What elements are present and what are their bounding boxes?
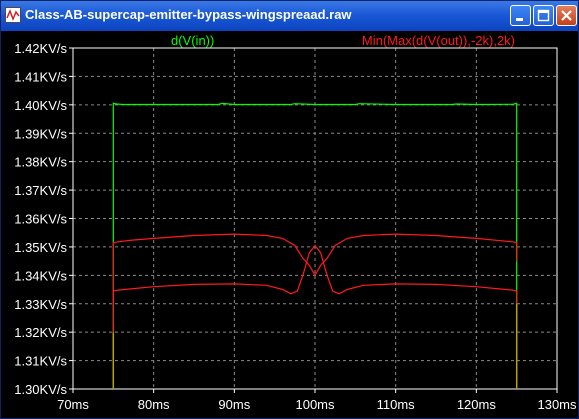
y-tick-label: 1.35KV/s — [14, 240, 67, 255]
x-tick-label: 110ms — [377, 397, 416, 412]
x-tick-label: 80ms — [138, 397, 170, 412]
y-tick-label: 1.34KV/s — [14, 268, 67, 283]
minimize-icon — [516, 18, 523, 21]
y-tick-label: 1.42KV/s — [14, 41, 67, 56]
x-tick-label: 90ms — [218, 397, 250, 412]
waveform-icon — [5, 7, 21, 23]
y-tick-label: 1.38KV/s — [14, 155, 67, 170]
waveform-chart[interactable]: 70ms 80ms 90ms 100ms 110ms 120ms 130ms 1.42KV/s… — [1, 31, 578, 418]
window-title: Class-AB-supercap-emitter-bypass-wingspr… — [25, 7, 352, 22]
legend-label-vin[interactable]: d(V(in)) — [171, 33, 214, 48]
y-tick-label: 1.31KV/s — [14, 354, 67, 369]
maximize-icon — [537, 9, 550, 22]
x-tick-label: 120ms — [457, 397, 497, 412]
y-tick-label: 1.41KV/s — [14, 69, 67, 84]
legend-label-vout[interactable]: Min(Max(d(V(out)),-2k),2k) — [362, 33, 515, 48]
x-tick-label: 100ms — [295, 397, 335, 412]
y-tick-label: 1.37KV/s — [14, 183, 67, 198]
title-bar[interactable]: Class-AB-supercap-emitter-bypass-wingspr… — [1, 1, 578, 31]
plot-area[interactable]: 70ms 80ms 90ms 100ms 110ms 120ms 130ms 1.42KV/s… — [1, 31, 578, 418]
y-tick-label: 1.36KV/s — [14, 212, 67, 227]
y-tick-label: 1.33KV/s — [14, 297, 67, 312]
x-tick-label: 130ms — [537, 397, 577, 412]
waveform-window: Class-AB-supercap-emitter-bypass-wingspr… — [0, 0, 579, 419]
maximize-button[interactable] — [533, 5, 554, 26]
close-button[interactable] — [556, 5, 577, 26]
x-tick-label: 70ms — [57, 397, 89, 412]
close-icon — [561, 10, 572, 21]
y-tick-label: 1.30KV/s — [14, 382, 67, 397]
y-tick-label: 1.32KV/s — [14, 325, 67, 340]
y-tick-label: 1.40KV/s — [14, 98, 67, 113]
y-tick-label: 1.39KV/s — [14, 126, 67, 141]
minimize-button[interactable] — [510, 5, 531, 26]
